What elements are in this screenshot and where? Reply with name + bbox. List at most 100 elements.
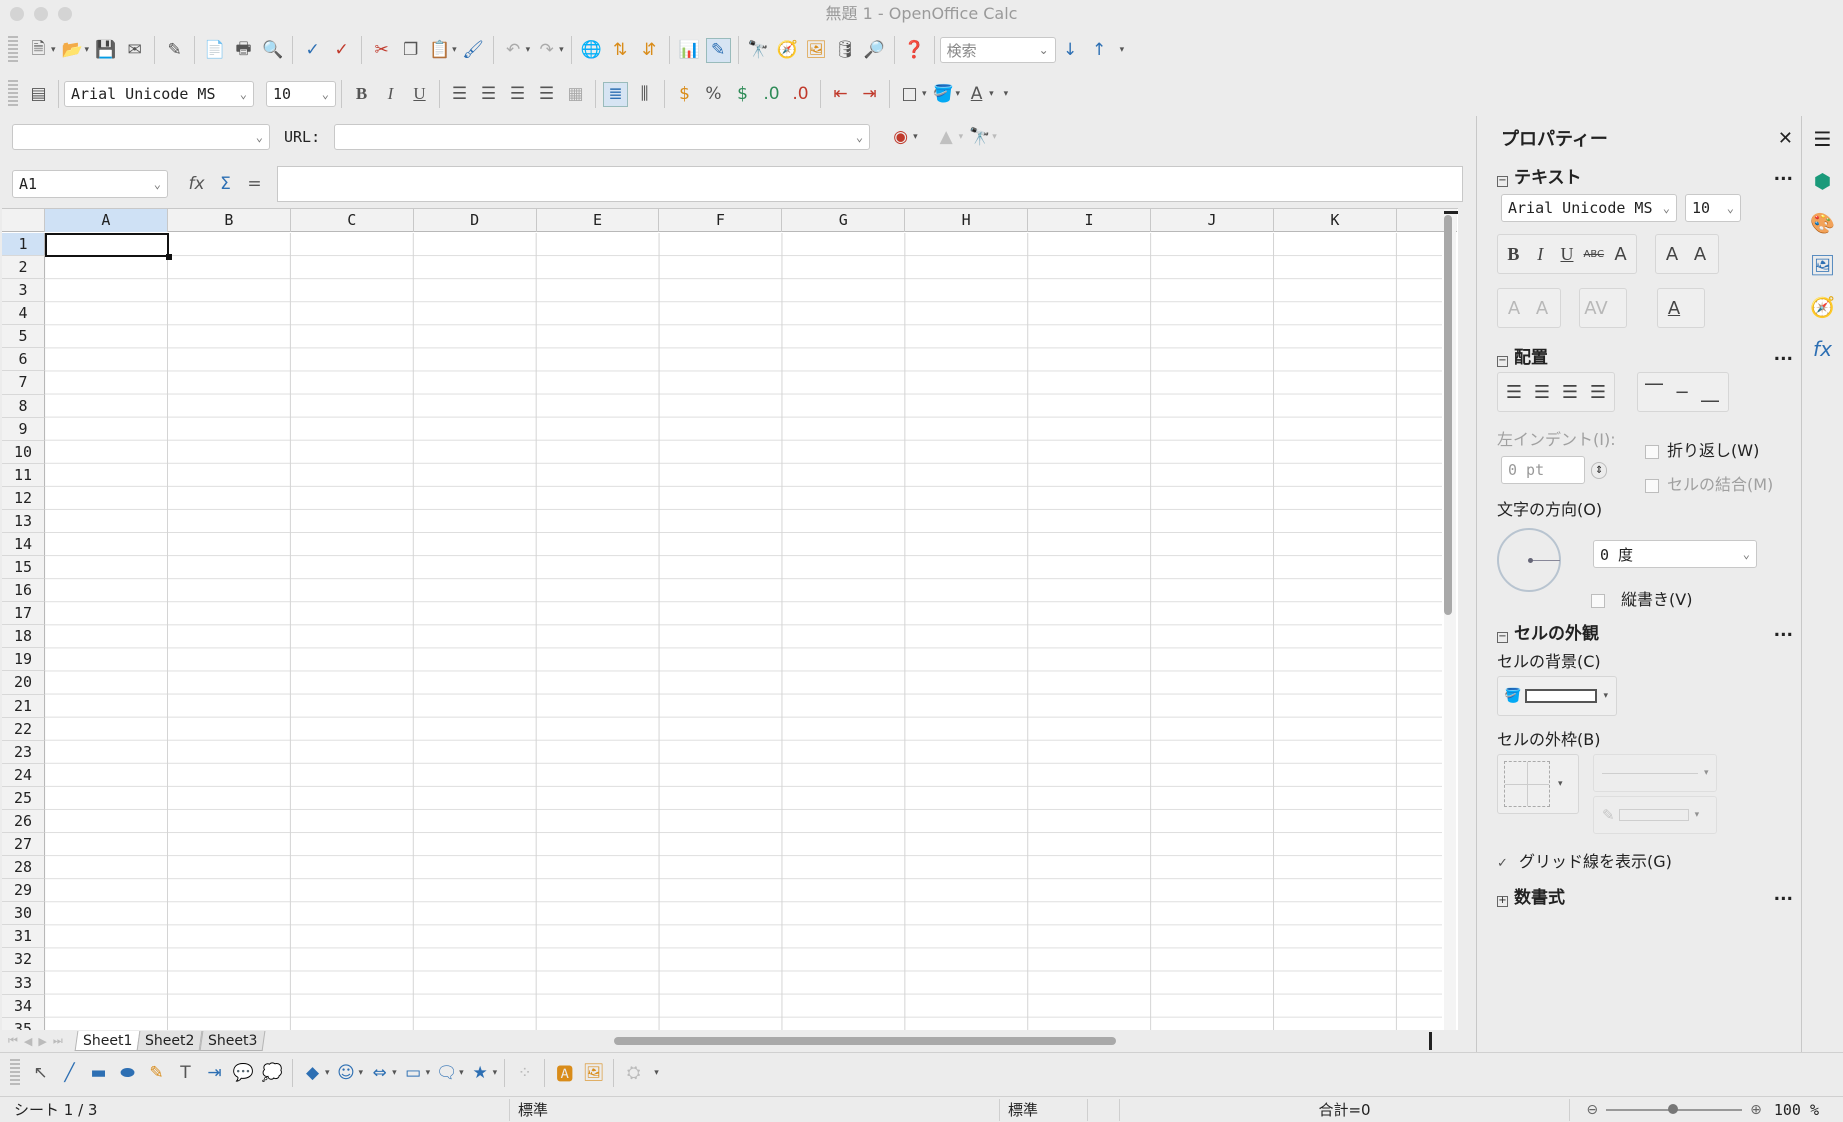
sidebar-underline-button[interactable]: U (1554, 240, 1581, 268)
points-icon[interactable]: ⁘ (512, 1060, 537, 1085)
row-header-3[interactable]: 3 (2, 279, 45, 303)
row-header-11[interactable]: 11 (2, 463, 45, 487)
zoom-slider[interactable] (1606, 1103, 1743, 1114)
column-header-i[interactable]: I (1028, 209, 1152, 232)
row-header-5[interactable]: 5 (2, 325, 45, 349)
find-previous-icon[interactable]: ↑ (1087, 38, 1112, 63)
align-left-icon[interactable]: ☰ (447, 82, 472, 107)
vertical-scroll-thumb[interactable] (1444, 215, 1452, 615)
row-header-14[interactable]: 14 (2, 533, 45, 557)
add-decimal-icon[interactable]: .0 (759, 82, 784, 107)
find-hyperlink-icon[interactable]: 🔭 (967, 125, 992, 150)
text-tool-icon[interactable]: T (173, 1060, 198, 1085)
delete-decimal-icon[interactable]: .0 (788, 82, 813, 107)
text-more-options[interactable]: ... (1774, 165, 1793, 185)
search-input[interactable]: 検索 ⌄ (939, 37, 1056, 63)
extrusion-icon[interactable]: ⛭ (621, 1060, 646, 1085)
sidebar-shadow-icon[interactable]: A (1607, 240, 1634, 268)
spellcheck-icon[interactable]: ✓ (300, 38, 325, 63)
hyperlink-icon[interactable]: 🌐 (579, 38, 604, 63)
bold-button[interactable]: B (349, 82, 374, 107)
number-format-more-options[interactable]: ... (1774, 885, 1793, 905)
line-style-button[interactable]: ▾ (1593, 754, 1717, 792)
font-color-icon[interactable]: A (964, 82, 989, 107)
zoom-icon[interactable]: 🔎 (862, 38, 887, 63)
stars-icon[interactable]: ★ (468, 1060, 493, 1085)
callout-icon[interactable]: 💬 (231, 1060, 256, 1085)
row-header-13[interactable]: 13 (2, 509, 45, 534)
export-pdf-icon[interactable]: 📄 (202, 38, 227, 63)
column-header-a[interactable]: A (45, 209, 168, 232)
section-alignment-header[interactable]: − 配置... (1477, 340, 1801, 370)
function-equals-icon[interactable]: = (242, 172, 267, 197)
hyperlink-target-icon[interactable]: ◉ (888, 125, 913, 150)
sidebar-font-color-icon[interactable]: A (1660, 294, 1688, 322)
subscript-icon[interactable]: A (1528, 294, 1556, 322)
line-icon[interactable]: ╱ (57, 1060, 82, 1085)
redo-icon[interactable]: ↷ (534, 38, 559, 63)
function-wizard-icon[interactable]: fx (184, 172, 209, 197)
merge-checkbox-row[interactable]: セルの結合(M) (1645, 471, 1773, 495)
paste-icon[interactable]: 📋 (427, 38, 452, 63)
standard-format-icon[interactable]: $ (730, 82, 755, 107)
toolbar-grip[interactable] (8, 80, 18, 108)
symbol-shapes-icon[interactable]: ☺ (334, 1060, 359, 1085)
character-spacing-icon[interactable]: AV (1582, 294, 1610, 322)
zoom-in-icon[interactable]: ⊕ (1750, 1102, 1762, 1118)
column-header-k[interactable]: K (1274, 209, 1397, 232)
sheet-tab-3[interactable]: Sheet3 (199, 1031, 266, 1051)
horizontal-scroll-thumb[interactable] (613, 1037, 1116, 1045)
formula-input[interactable] (277, 166, 1463, 202)
row-header-1[interactable]: 1 (2, 233, 45, 257)
merge-cells-icon[interactable]: ▦ (563, 82, 588, 107)
block-arrows-icon[interactable]: ⇔ (367, 1060, 392, 1085)
basic-shapes-icon[interactable]: ◆ (300, 1060, 325, 1085)
row-header-29[interactable]: 29 (2, 879, 45, 903)
column-header-b[interactable]: B (168, 209, 291, 232)
zoom-level[interactable]: 100 % (1774, 1101, 1819, 1119)
cell-area[interactable] (45, 233, 1442, 1030)
sidebar-font-size-select[interactable]: 10 ⌄ (1685, 194, 1741, 222)
sidebar-strikethrough-icon[interactable]: ABC (1580, 240, 1607, 268)
row-header-24[interactable]: 24 (2, 763, 45, 787)
indent-input[interactable]: 0 pt (1501, 456, 1585, 484)
align-top-icon[interactable]: ⎺ (1640, 378, 1668, 406)
print-icon[interactable]: 🖶 (231, 38, 256, 63)
vertical-callout-icon[interactable]: 💭 (260, 1060, 285, 1085)
borders-icon[interactable]: □ (897, 82, 922, 107)
alignment-more-options[interactable]: ... (1774, 345, 1793, 365)
row-header-28[interactable]: 28 (2, 856, 45, 880)
sidebar-italic-button[interactable]: I (1527, 240, 1554, 268)
new-document-icon[interactable]: 🗎 (26, 38, 51, 63)
row-header-26[interactable]: 26 (2, 809, 45, 834)
status-sum[interactable]: 合計=0 (1120, 1098, 1570, 1121)
show-gridlines-checkbox-row[interactable]: ✓ グリッド線を表示(G) (1497, 848, 1672, 872)
align-middle-icon[interactable]: − (1668, 378, 1696, 406)
vertical-text-icon[interactable]: ⫼ (632, 82, 657, 107)
sidebar-bold-button[interactable]: B (1500, 240, 1527, 268)
sidebar-align-center-icon[interactable]: ☰ (1528, 378, 1556, 406)
toolbar-grip[interactable] (10, 1058, 20, 1087)
fontwork-gallery-icon[interactable]: 🅰 (552, 1060, 577, 1085)
row-header-21[interactable]: 21 (2, 694, 45, 718)
align-right-icon[interactable]: ☰ (505, 82, 530, 107)
column-header-g[interactable]: G (782, 209, 906, 232)
row-header-20[interactable]: 20 (2, 671, 45, 695)
sort-ascending-icon[interactable]: ⇅ (608, 38, 633, 63)
row-header-27[interactable]: 27 (2, 833, 45, 857)
row-header-9[interactable]: 9 (2, 417, 45, 441)
row-header-35[interactable]: 35 (2, 1017, 45, 1030)
appearance-more-options[interactable]: ... (1774, 621, 1793, 641)
save-icon[interactable]: 💾 (93, 38, 118, 63)
show-draw-functions-icon[interactable]: ✎ (705, 37, 731, 63)
font-name-select[interactable]: Arial Unicode MS ⌄ (64, 81, 254, 107)
superscript-icon[interactable]: A (1500, 294, 1528, 322)
styles-deck-icon[interactable]: 🎨 (1808, 208, 1838, 238)
italic-button[interactable]: I (378, 82, 403, 107)
autospellcheck-icon[interactable]: ✓ (329, 38, 354, 63)
url-name-input[interactable]: ⌄ (12, 124, 270, 150)
wrap-text-icon[interactable]: ≣ (603, 81, 628, 107)
wrap-checkbox-row[interactable]: 折り返し(W) (1645, 437, 1759, 461)
orientation-dial[interactable] (1497, 528, 1561, 592)
column-header-j[interactable]: J (1151, 209, 1274, 232)
